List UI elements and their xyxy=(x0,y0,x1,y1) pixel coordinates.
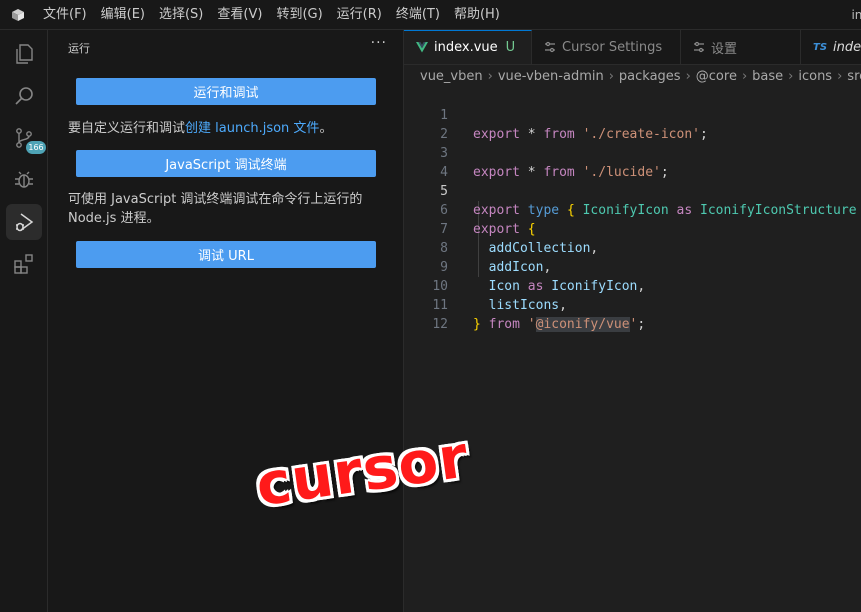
create-launch-json-link[interactable]: 创建 launch.json 文件 xyxy=(185,121,319,136)
chevron-right-icon: › xyxy=(741,68,748,84)
menu-view[interactable]: 查看(V) xyxy=(210,0,269,30)
js-debug-terminal-button[interactable]: JavaScript 调试终端 xyxy=(76,150,376,177)
code-line: 3 export * from './lucide'; xyxy=(404,125,861,180)
source-control-icon[interactable]: 166 xyxy=(6,120,46,156)
menu-help[interactable]: 帮助(H) xyxy=(447,0,507,30)
code-line: 2 xyxy=(404,106,861,142)
code-line: 11 } from '@iconify/vue'; xyxy=(404,277,861,332)
chevron-right-icon: › xyxy=(608,68,614,84)
tab-label: index.vue xyxy=(434,40,498,55)
line-number: 12 xyxy=(432,317,448,332)
code-line: 4 xyxy=(404,144,861,180)
code-line: 7 addCollection, xyxy=(404,201,861,256)
menu-edit[interactable]: 编辑(E) xyxy=(94,0,152,30)
menu-bar: 文件(F) 编辑(E) 选择(S) 查看(V) 转到(G) 运行(R) 终端(T… xyxy=(36,0,507,30)
tab-label: 设置 xyxy=(711,41,738,57)
code-line: 5 export type { IconifyIcon as IconifyIc… xyxy=(404,163,861,218)
code-line: 6 export { xyxy=(404,182,861,237)
breadcrumb-item[interactable]: vue_vben xyxy=(420,69,483,84)
more-actions-button[interactable]: ··· xyxy=(371,35,387,51)
tab-label: index xyxy=(833,39,861,55)
editor-tabs: index.vue U Cursor Settings 设置 TS index xyxy=(404,30,861,65)
vue-file-icon xyxy=(416,42,428,53)
menu-selection[interactable]: 选择(S) xyxy=(152,0,210,30)
title-bar: 文件(F) 编辑(E) 选择(S) 查看(V) 转到(G) 运行(R) 终端(T… xyxy=(0,0,861,30)
typescript-file-icon: TS xyxy=(813,41,828,53)
breadcrumb: vue_vben › vue-vben-admin › packages › @cor… xyxy=(404,65,861,87)
code-line: 9 Icon as IconifyIcon, xyxy=(404,239,861,294)
tab-index-vue[interactable]: index.vue U xyxy=(404,30,532,64)
menu-terminal[interactable]: 终端(T) xyxy=(389,0,447,30)
code-line: 12 xyxy=(404,296,861,332)
explorer-icon[interactable] xyxy=(6,36,42,72)
tab-settings[interactable]: 设置 xyxy=(681,30,801,64)
breadcrumb-item[interactable]: @core xyxy=(696,69,737,84)
menu-file[interactable]: 文件(F) xyxy=(36,0,94,30)
activity-bar: 166 xyxy=(0,30,48,612)
extensions-icon[interactable] xyxy=(6,246,42,282)
custom-launch-suffix: 。 xyxy=(319,121,333,136)
window-title: inc xyxy=(851,8,861,22)
custom-launch-prefix: 要自定义运行和调试 xyxy=(68,121,186,136)
menu-run[interactable]: 运行(R) xyxy=(330,0,389,30)
run-sidebar: 运行 ··· 运行和调试 要自定义运行和调试创建 launch.json 文件。… xyxy=(48,30,404,612)
custom-launch-text: 要自定义运行和调试创建 launch.json 文件。 xyxy=(68,119,388,138)
chevron-right-icon: › xyxy=(685,68,691,84)
search-icon[interactable] xyxy=(6,78,42,114)
breadcrumb-item[interactable]: vue-vben-admin xyxy=(498,69,604,84)
breadcrumb-item[interactable]: base xyxy=(752,69,783,84)
sidebar-title: 运行 xyxy=(68,42,90,55)
js-terminal-description: 可使用 JavaScript 调试终端调试在命令行上运行的 Node.js 进程… xyxy=(68,190,388,228)
js-desc-line1: 可使用 JavaScript 调试终端调试在命令行上运行的 xyxy=(68,192,363,207)
menu-go[interactable]: 转到(G) xyxy=(269,0,329,30)
tab-cursor-settings[interactable]: Cursor Settings xyxy=(532,30,681,64)
run-and-debug-button[interactable]: 运行和调试 xyxy=(76,78,376,105)
code-text: } from '@iconify/vue'; xyxy=(473,317,646,332)
run-and-debug-icon[interactable] xyxy=(6,204,42,240)
debug-url-button[interactable]: 调试 URL xyxy=(76,241,376,268)
cursor-logo-icon xyxy=(0,0,36,30)
code-line: 1 export * from './create-icon'; xyxy=(404,87,861,142)
settings-sliders-icon xyxy=(693,41,705,53)
tab-index-ts[interactable]: TS index xyxy=(801,30,861,64)
chevron-right-icon: › xyxy=(837,68,843,84)
js-desc-line2: Node.js 进程。 xyxy=(68,211,160,226)
code-editor[interactable]: 1 export * from './create-icon'; 2 3 exp… xyxy=(404,87,861,612)
breadcrumb-item[interactable]: packages xyxy=(619,69,681,84)
debug-icon[interactable] xyxy=(6,162,42,198)
breadcrumb-item[interactable]: src xyxy=(847,69,861,84)
code-line: 10 listIcons, xyxy=(404,258,861,313)
code-line: 8 addIcon, xyxy=(404,220,861,275)
breadcrumb-item[interactable]: icons xyxy=(798,69,832,84)
chevron-right-icon: › xyxy=(487,68,493,84)
chevron-right-icon: › xyxy=(788,68,794,84)
untracked-indicator: U xyxy=(505,40,516,55)
scm-badge: 166 xyxy=(26,141,46,154)
settings-sliders-icon xyxy=(544,41,556,53)
tab-label: Cursor Settings xyxy=(562,39,663,55)
